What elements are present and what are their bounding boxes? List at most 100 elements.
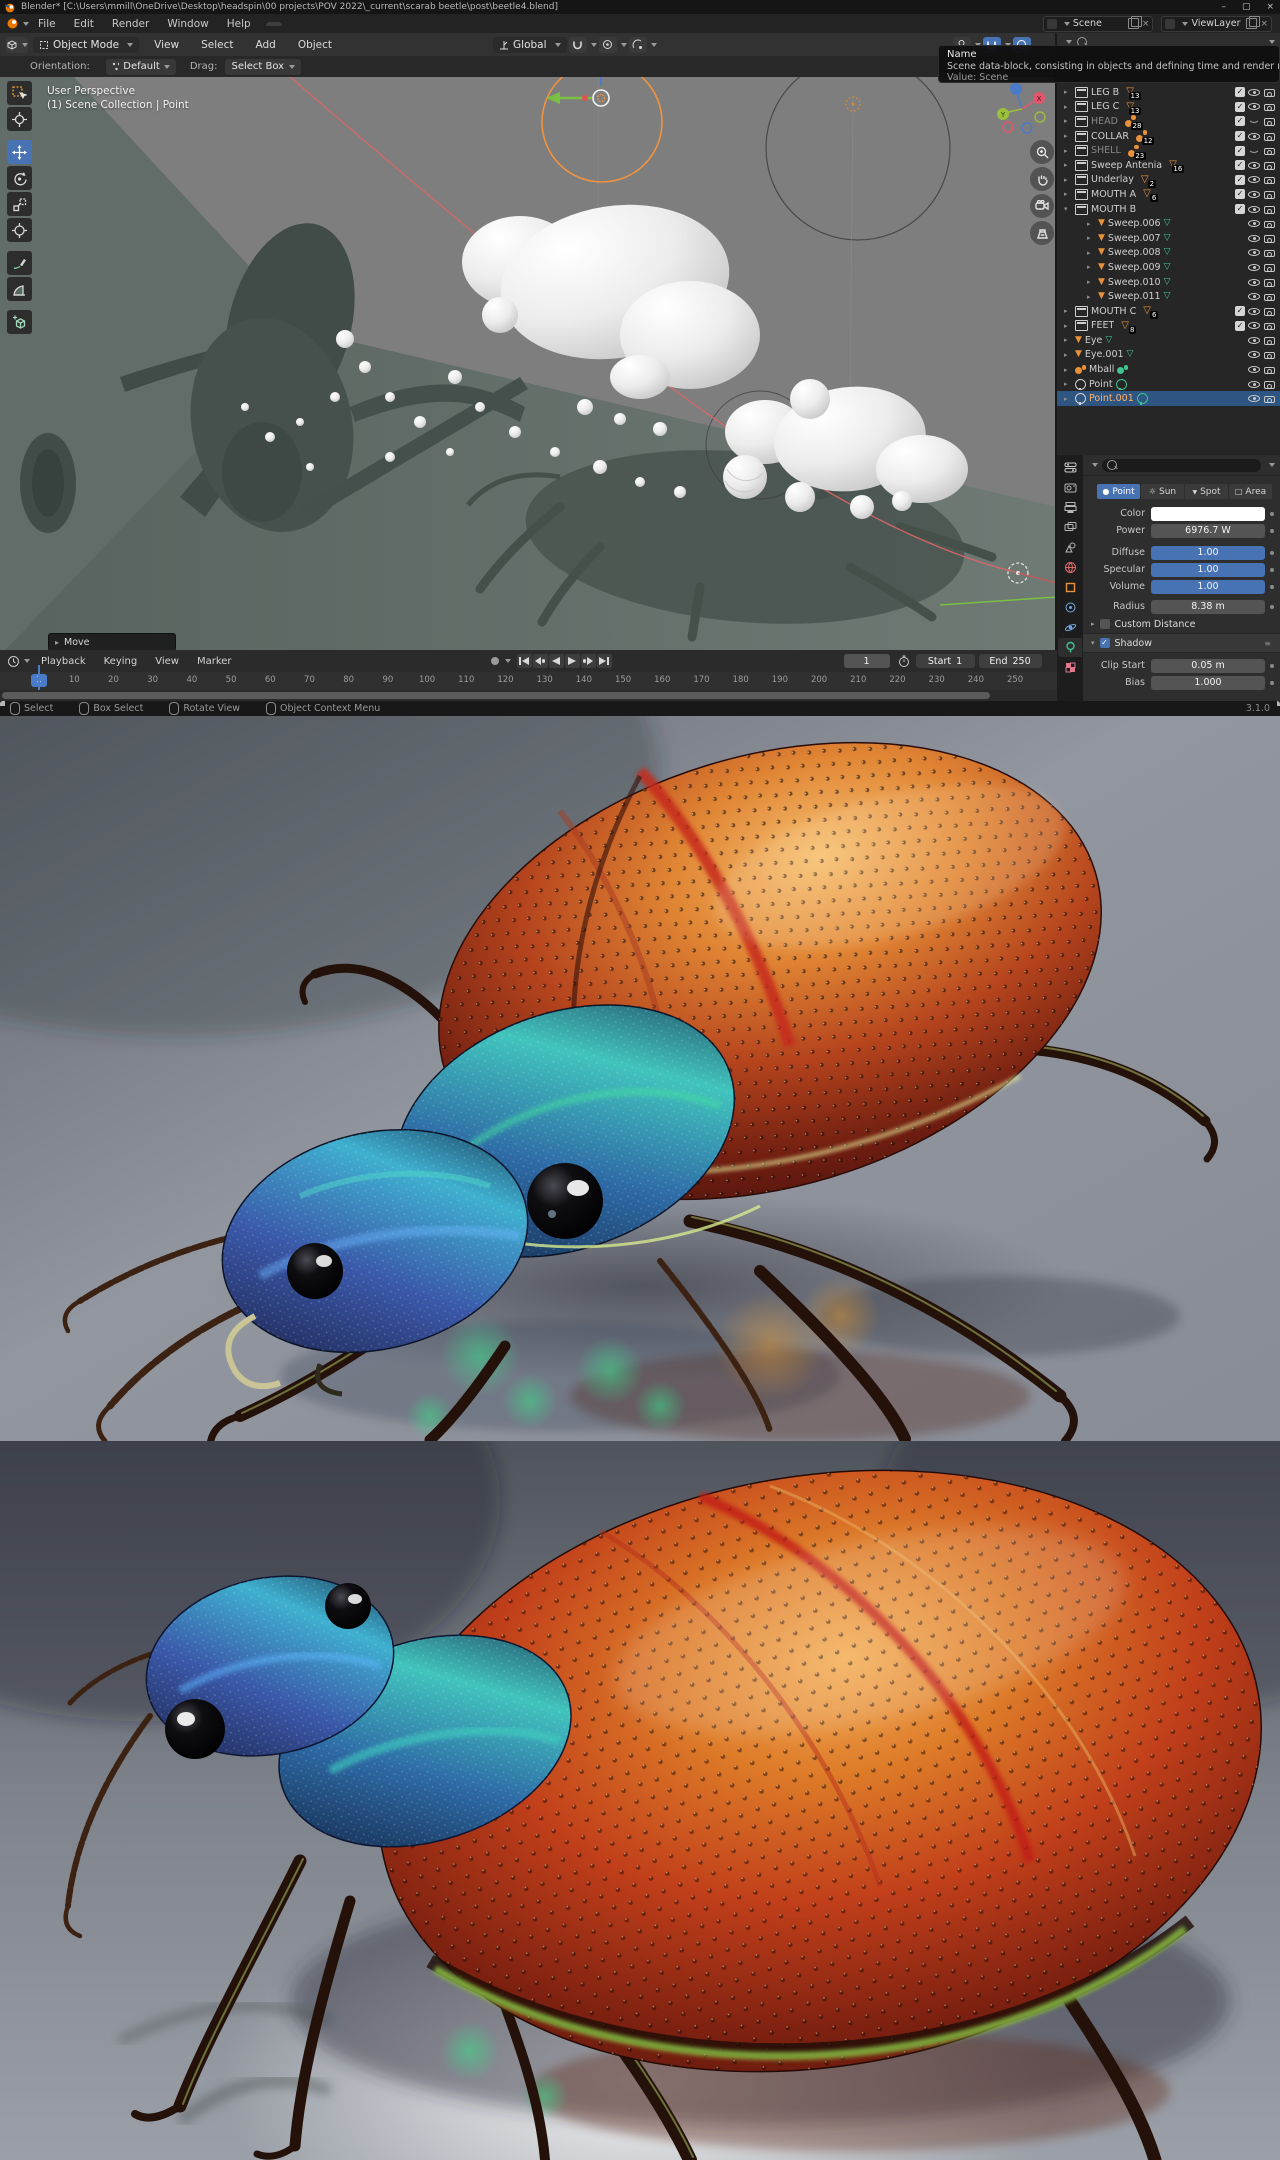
workspace-tab[interactable] <box>282 22 298 26</box>
checkbox-icon[interactable]: ✓ <box>1235 175 1245 185</box>
camera-icon[interactable] <box>1263 145 1275 156</box>
current-frame-field[interactable]: 1 <box>844 654 890 668</box>
outliner-row[interactable]: ▼ Sweep.011 ▽ ▽ ✓ <box>1057 289 1280 304</box>
minimize-button[interactable]: – <box>1221 2 1226 12</box>
start-frame-field[interactable]: Start1 <box>916 654 975 668</box>
checkbox-icon[interactable]: ✓ <box>1235 87 1245 97</box>
disclosure-icon[interactable] <box>1087 220 1095 228</box>
gizmo-toggle-icon[interactable] <box>629 37 647 53</box>
navigation-gizmo[interactable]: X Y <box>994 81 1050 141</box>
shadow-section-header[interactable]: ▾✓ Shadow≡ <box>1083 633 1280 653</box>
tab-texture[interactable] <box>1058 658 1082 677</box>
outliner-row[interactable]: ▼ MOUTH C ▽ ▽6 6 ✓ <box>1057 304 1280 319</box>
outliner-row[interactable]: ▼ Point ▽ ▽ ✓ <box>1057 377 1280 392</box>
disclosure-icon[interactable] <box>1064 103 1072 111</box>
light-type-button[interactable]: Point <box>1097 484 1140 499</box>
editor-type-button[interactable] <box>1058 458 1082 477</box>
outliner-row[interactable]: ▼ MOUTH A ▽ ▽6 6 ✓ <box>1057 187 1280 202</box>
eye-icon[interactable] <box>1248 320 1260 332</box>
timeline-menu-item[interactable]: Keying <box>95 656 147 667</box>
auto-key-button[interactable] <box>489 655 511 667</box>
select-box-tool[interactable] <box>7 81 32 105</box>
workspace-tab[interactable] <box>362 22 378 26</box>
eye-icon[interactable] <box>1248 145 1260 157</box>
menu-item[interactable]: File <box>29 18 65 30</box>
radius-field[interactable]: 8.38 m <box>1151 600 1265 614</box>
transform-orientation-dropdown[interactable]: Global <box>493 37 567 53</box>
snap-magnet-icon[interactable] <box>569 37 587 53</box>
disclosure-icon[interactable] <box>1087 234 1095 242</box>
timeline-editor-icon[interactable] <box>7 655 20 668</box>
camera-icon[interactable] <box>1263 306 1275 317</box>
camera-view-button[interactable] <box>1030 194 1054 218</box>
outliner-row[interactable]: ▼ Eye ▽ ▽ ✓ <box>1057 333 1280 348</box>
disclosure-icon[interactable] <box>1064 161 1072 169</box>
outliner-row[interactable]: ▼ FEET ▽ ▽8 8 ✓ <box>1057 319 1280 334</box>
disclosure-icon[interactable] <box>1064 336 1072 344</box>
outliner-row[interactable]: ▼ Point.001 ▽ ▽ ✓ <box>1057 391 1280 406</box>
camera-icon[interactable] <box>1263 247 1275 258</box>
menu-item[interactable]: Render <box>103 18 158 30</box>
tab-world[interactable] <box>1058 558 1082 577</box>
play-reverse-button[interactable] <box>549 654 564 668</box>
checkbox-icon[interactable]: ✓ <box>1235 146 1245 156</box>
power-field[interactable]: 6976.7 W <box>1151 524 1265 538</box>
eye-icon[interactable] <box>1248 115 1260 127</box>
close-button[interactable]: × <box>1266 2 1274 12</box>
outliner-row[interactable]: ▼ Sweep.008 ▽ ▽ ✓ <box>1057 246 1280 261</box>
maximize-button[interactable]: ▢ <box>1242 2 1251 12</box>
checkbox-icon[interactable]: ✓ <box>1235 160 1245 170</box>
menu-item[interactable]: Edit <box>65 18 103 30</box>
editor-type-button[interactable] <box>6 37 28 53</box>
outliner-row[interactable]: ▼ Mball ▽ ▽ ✓ <box>1057 362 1280 377</box>
tab-output[interactable] <box>1058 498 1082 517</box>
eye-icon[interactable] <box>1248 130 1260 142</box>
tab-object-data[interactable] <box>1058 638 1082 657</box>
color-swatch[interactable] <box>1151 507 1265 521</box>
proportional-edit-icon[interactable] <box>599 37 617 53</box>
disclosure-icon[interactable] <box>1064 132 1072 140</box>
disclosure-icon[interactable] <box>1064 147 1072 155</box>
ortho-perspective-button[interactable] <box>1030 221 1054 245</box>
outliner-row[interactable]: ▼ LEG B ▽ ▽13 13 ✓ <box>1057 85 1280 100</box>
disclosure-icon[interactable] <box>1087 263 1095 271</box>
menu-item[interactable]: Help <box>218 18 260 30</box>
workspace-tab[interactable] <box>266 22 282 26</box>
disclosure-icon[interactable] <box>1087 278 1095 286</box>
eye-icon[interactable] <box>1248 276 1260 288</box>
camera-icon[interactable] <box>1263 101 1275 112</box>
camera-icon[interactable] <box>1263 379 1275 390</box>
rotate-tool[interactable] <box>7 166 32 190</box>
disclosure-icon[interactable] <box>1064 176 1072 184</box>
filter-icon[interactable] <box>1269 40 1275 44</box>
camera-icon[interactable] <box>1263 349 1275 360</box>
camera-icon[interactable] <box>1263 116 1275 127</box>
tab-object[interactable] <box>1058 578 1082 597</box>
tab-physics[interactable] <box>1058 618 1082 637</box>
checkbox-icon[interactable]: ✓ <box>1235 102 1245 112</box>
zoom-view-button[interactable] <box>1030 140 1054 164</box>
end-frame-field[interactable]: End250 <box>979 654 1042 668</box>
disclosure-icon[interactable] <box>1064 366 1072 374</box>
next-keyframe-button[interactable] <box>581 654 596 668</box>
workspace-tab[interactable] <box>298 22 314 26</box>
workspace-tab[interactable] <box>426 22 442 26</box>
scale-tool[interactable] <box>7 192 32 216</box>
operator-panel[interactable]: ▸Move <box>48 633 176 650</box>
checkbox-icon[interactable]: ✓ <box>1235 116 1245 126</box>
viewport-menu-item[interactable]: Add <box>244 39 286 51</box>
play-button[interactable] <box>565 654 580 668</box>
disclosure-icon[interactable] <box>1064 322 1072 330</box>
viewport-canvas[interactable]: User Perspective (1) Scene Collection | … <box>0 77 1057 650</box>
disclosure-icon[interactable] <box>1064 395 1072 403</box>
outliner-row[interactable]: ▼ HEAD ▽ ▽28 28 ✓ <box>1057 114 1280 129</box>
volume-slider[interactable]: 1.00 <box>1151 580 1265 594</box>
jump-to-start-button[interactable] <box>517 654 532 668</box>
add-cube-tool[interactable] <box>7 310 32 334</box>
viewport-menu-item[interactable]: View <box>143 39 190 51</box>
eye-icon[interactable] <box>1248 291 1260 303</box>
bias-field[interactable]: 1.000 <box>1151 676 1265 690</box>
timeline-scrollbar[interactable] <box>0 690 1057 701</box>
disclosure-icon[interactable] <box>1087 249 1095 257</box>
camera-icon[interactable] <box>1263 364 1275 375</box>
